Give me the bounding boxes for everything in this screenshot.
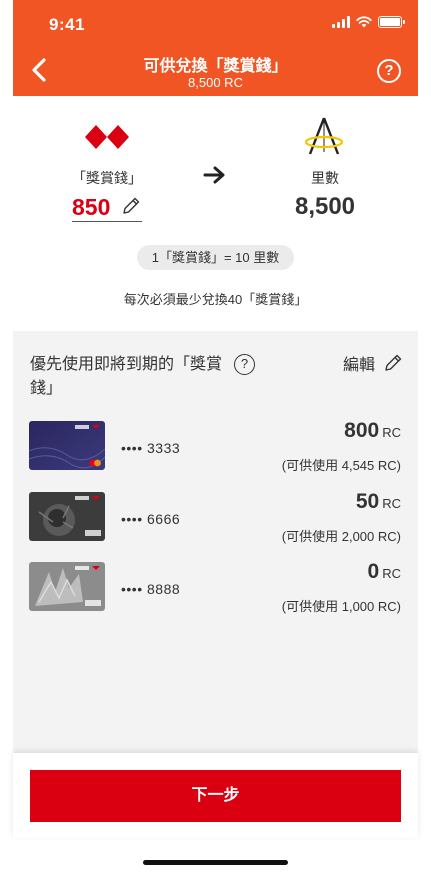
app-header: 9:41 可供兌換「獎賞錢」 8,500 RC ? [13,0,418,96]
card-available: (可供使用 4,545 RC) [281,458,401,473]
card-rc-amount: 0 RC [367,560,401,583]
card-available: (可供使用 1,000 RC) [281,599,401,614]
signal-icon [332,16,350,28]
home-indicator [143,860,288,865]
from-points-value: 850 [72,194,111,220]
status-time: 9:41 [49,15,86,34]
to-label: 里數 [311,170,339,186]
to-points-value: 8,500 [294,193,356,220]
card-rc-amount: 800 RC [344,419,401,442]
edit-label: 編輯 [343,357,376,374]
hsbc-logo [85,125,129,149]
card-number: •••• 6666 [121,511,181,527]
card-number: •••• 3333 [121,440,181,456]
status-icons [332,16,405,28]
panel-title: 優先使用即將到期的「獎賞錢」 [30,356,223,397]
next-button[interactable]: 下一步 [30,770,401,822]
pencil-icon[interactable] [121,196,141,216]
pencil-icon [385,354,402,371]
from-label: 「獎賞錢」 [72,170,142,186]
credit-card-image [29,562,105,611]
page-title: 可供兌換「獎賞錢」 [143,58,288,75]
card-row[interactable]: •••• 8888 0 RC (可供使用 1,000 RC) [13,560,418,618]
card-rc-amount: 50 RC [355,490,401,513]
arrow-right-icon [203,166,225,184]
card-priority-panel: 優先使用即將到期的「獎賞錢」 ? 編輯 •••• 3333 800 RC (可供使… [13,331,418,801]
battery-icon [378,16,405,28]
edit-button[interactable]: 編輯 [343,351,403,375]
help-icon[interactable]: ? [234,354,255,375]
card-available: (可供使用 2,000 RC) [281,529,401,544]
card-row[interactable]: •••• 6666 50 RC (可供使用 2,000 RC) [13,490,418,548]
credit-card-image [29,421,105,470]
footer-bar: 下一步 [13,753,418,838]
minimum-note: 每次必須最少兌換40「獎賞錢」 [123,292,308,307]
card-number: •••• 8888 [121,581,181,597]
from-points-input[interactable]: 850 [72,194,142,222]
card-row[interactable]: •••• 3333 800 RC (可供使用 4,545 RC) [13,419,418,477]
asia-miles-logo [304,117,344,155]
credit-card-image [29,492,105,541]
wifi-icon [356,16,372,28]
conversion-rate-badge: 1「獎賞錢」= 10 里數 [137,245,294,270]
page-subtitle: 8,500 RC [188,75,243,90]
help-icon[interactable]: ? [377,59,401,83]
